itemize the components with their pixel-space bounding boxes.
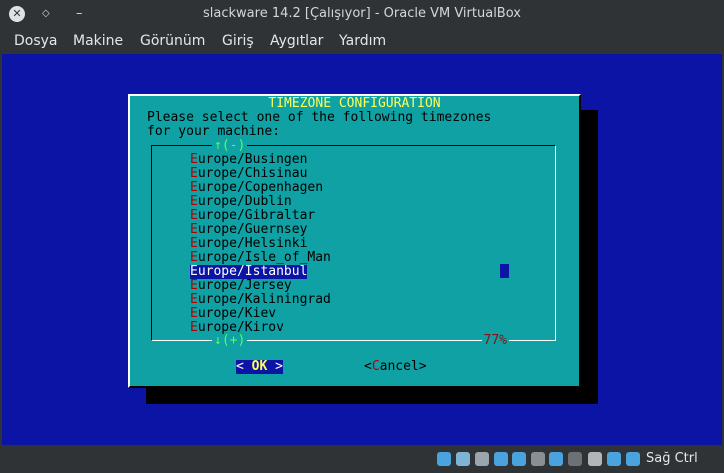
scroll-thumb[interactable] xyxy=(500,264,509,278)
menu-giris[interactable]: Giriş xyxy=(222,33,254,49)
menu-dosya[interactable]: Dosya xyxy=(14,33,58,49)
list-item[interactable]: Europe/Kiev xyxy=(190,307,331,321)
scroll-down-indicator[interactable]: ↓(+) xyxy=(212,334,248,348)
list-item[interactable]: Europe/Guernsey xyxy=(190,223,331,237)
menu-aygitlar[interactable]: Aygıtlar xyxy=(270,33,323,49)
ok-button[interactable]: < OK > xyxy=(236,360,283,374)
list-item[interactable]: Europe/Isle_of_Man xyxy=(190,251,331,265)
network-icon[interactable] xyxy=(494,452,508,466)
timezone-dialog: TIMEZONE CONFIGURATION Please select one… xyxy=(128,94,581,388)
list-item[interactable]: Europe/Kaliningrad xyxy=(190,293,331,307)
menu-bar: Dosya Makine Görünüm Giriş Aygıtlar Yard… xyxy=(0,30,724,54)
list-item[interactable]: Europe/Chisinau xyxy=(190,167,331,181)
audio-icon[interactable] xyxy=(475,452,489,466)
window-title: slackware 14.2 [Çalışıyor] - Oracle VM V… xyxy=(203,6,521,21)
list-item[interactable]: Europe/Helsinki xyxy=(190,237,331,251)
timezone-items: Europe/Busingen Europe/Chisinau Europe/Cop… xyxy=(190,153,331,335)
scroll-up-indicator[interactable]: ↑(-) xyxy=(212,139,248,153)
list-item[interactable]: Europe/Kirov xyxy=(190,321,331,335)
shared-folders-icon[interactable] xyxy=(531,452,545,466)
menu-gorunum[interactable]: Görünüm xyxy=(140,33,205,49)
host-key-label: Sağ Ctrl xyxy=(646,451,698,466)
list-item[interactable]: Europe/Jersey xyxy=(190,279,331,293)
dialog-title: TIMEZONE CONFIGURATION xyxy=(130,96,579,111)
mouse-integration-icon[interactable] xyxy=(607,452,621,466)
cpu-icon[interactable] xyxy=(588,452,602,466)
hard-disk-icon[interactable] xyxy=(437,452,451,466)
list-item[interactable]: Europe/Busingen xyxy=(190,153,331,167)
title-bar: ✕ ◇ – slackware 14.2 [Çalışıyor] - Oracl… xyxy=(0,0,724,30)
list-item[interactable]: Europe/Gibraltar xyxy=(190,209,331,223)
keyboard-icon[interactable] xyxy=(626,452,640,466)
usb-icon[interactable] xyxy=(512,452,526,466)
recording-icon[interactable] xyxy=(568,452,582,466)
list-item-selected[interactable]: Europe/Istanbul xyxy=(190,265,308,279)
cancel-button[interactable]: <Cancel> xyxy=(364,360,427,374)
scroll-percent: 77% xyxy=(481,333,509,348)
menu-yardim[interactable]: Yardım xyxy=(339,33,386,49)
list-item[interactable]: Europe/Copenhagen xyxy=(190,181,331,195)
menu-makine[interactable]: Makine xyxy=(73,33,123,49)
status-bar: Sağ Ctrl xyxy=(0,445,724,473)
list-item[interactable]: Europe/Dublin xyxy=(190,195,331,209)
dialog-prompt: Please select one of the following timez… xyxy=(147,110,492,139)
timezone-list[interactable]: ↑(-) Europe/Busingen Europe/Chisinau Europ… xyxy=(151,139,556,348)
optical-drive-icon[interactable] xyxy=(456,452,470,466)
guest-screen[interactable]: TIMEZONE CONFIGURATION Please select one… xyxy=(2,54,722,445)
display-icon[interactable] xyxy=(549,452,563,466)
